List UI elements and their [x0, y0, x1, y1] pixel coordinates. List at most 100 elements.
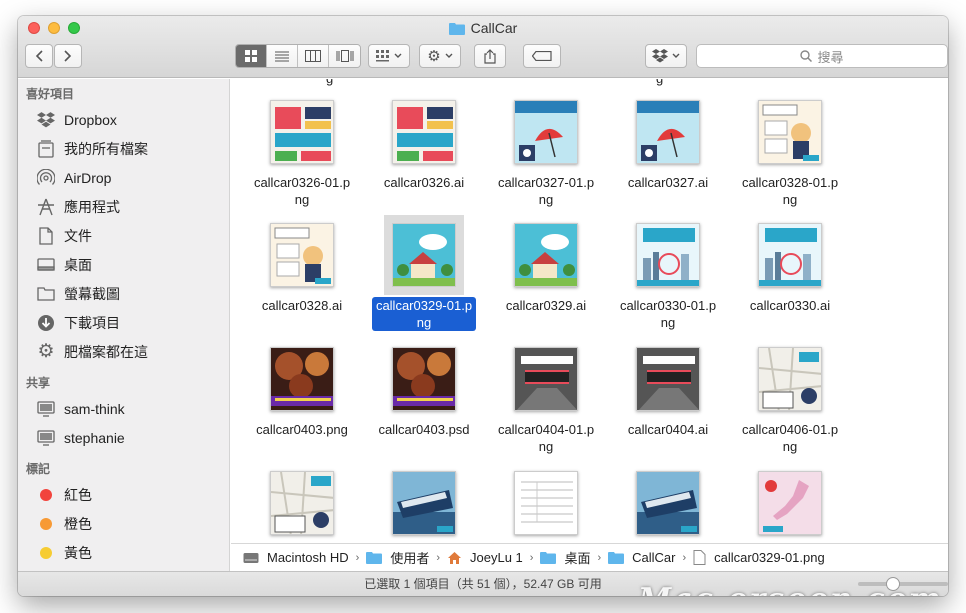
file-name[interactable]: callcar0404-01.png [494, 421, 598, 455]
file-name[interactable]: callcar0330-01.png [616, 297, 720, 331]
dropbox-button[interactable] [645, 44, 687, 68]
file-name[interactable]: callcar0329-01.png [372, 297, 476, 331]
file-item[interactable]: callcar0404-01.png [485, 340, 607, 455]
file-name[interactable]: callcar0327-01.png [494, 174, 598, 208]
path-separator-icon: › [682, 551, 687, 564]
file-thumbnail[interactable] [392, 347, 456, 411]
file-item[interactable]: callcar0326.ai [363, 93, 485, 191]
file-thumbnail[interactable] [270, 223, 334, 287]
sidebar-item-fav-2[interactable]: AirDrop [18, 163, 229, 192]
sidebar-item-shared-0[interactable]: sam-think [18, 394, 229, 423]
sidebar-item-fav-4[interactable]: 文件 [18, 221, 229, 250]
sidebar-item-tag-2[interactable]: 黃色 [18, 538, 229, 567]
share-button[interactable] [474, 44, 506, 68]
file-name[interactable]: callcar0330.ai [738, 297, 842, 314]
applications-icon [36, 197, 56, 217]
file-thumbnail[interactable] [636, 347, 700, 411]
gear-icon: ⚙ [427, 48, 441, 65]
file-thumbnail[interactable] [636, 100, 700, 164]
back-button[interactable] [25, 44, 53, 68]
sidebar-item-fav-7[interactable]: 下載項目 [18, 308, 229, 337]
forward-button[interactable] [54, 44, 82, 68]
file-item[interactable]: callcar0403.png [241, 340, 363, 438]
file-thumbnail-wrapper [729, 464, 851, 542]
sidebar-item-fav-1[interactable]: 我的所有檔案 [18, 134, 229, 163]
file-thumbnail[interactable] [270, 347, 334, 411]
file-name[interactable]: callcar0329.ai [494, 297, 598, 314]
file-item[interactable]: callcar0329-01.png [363, 215, 485, 331]
file-thumbnail[interactable] [270, 471, 334, 535]
file-item[interactable]: callcar0330-01.png [607, 216, 729, 331]
file-thumbnail[interactable] [636, 471, 700, 535]
file-item[interactable]: callcar0406-01.png [729, 340, 851, 455]
sidebar-item-tag-0[interactable]: 紅色 [18, 480, 229, 509]
file-item[interactable] [485, 464, 607, 542]
file-name[interactable]: callcar0326.ai [372, 174, 476, 191]
file-item[interactable] [607, 464, 729, 542]
file-item[interactable]: callcar0327.ai [607, 93, 729, 191]
file-item[interactable]: callcar0327-01.png [485, 93, 607, 208]
view-mode-control[interactable] [235, 44, 361, 68]
sidebar-item-label: AirDrop [64, 169, 112, 186]
sidebar-item-shared-1[interactable]: stephanie [18, 423, 229, 452]
file-name[interactable]: callcar0326-01.png [250, 174, 354, 208]
sidebar-item-fav-3[interactable]: 應用程式 [18, 192, 229, 221]
sidebar-item-fav-6[interactable]: 螢幕截圖 [18, 279, 229, 308]
file-thumbnail[interactable] [514, 347, 578, 411]
file-name[interactable]: callcar0403.psd [372, 421, 476, 438]
file-name[interactable]: callcar0404.ai [616, 421, 720, 438]
file-item[interactable]: callcar0326-01.png [241, 93, 363, 208]
file-thumbnail[interactable] [270, 100, 334, 164]
file-thumbnail[interactable] [514, 471, 578, 535]
column-view-button[interactable] [298, 45, 329, 67]
file-name[interactable]: callcar0406-01.png [738, 421, 842, 455]
path-item[interactable]: callcar0329-01.png [693, 550, 825, 565]
file-thumbnail[interactable] [758, 347, 822, 411]
file-thumbnail[interactable] [384, 215, 464, 295]
file-grid[interactable]: g g callcar0326-01.png callcar0326.ai call… [231, 79, 948, 543]
file-item[interactable] [241, 464, 363, 542]
file-item[interactable] [363, 464, 485, 542]
path-item[interactable]: 桌面 [540, 548, 590, 567]
file-item[interactable] [729, 464, 851, 542]
tags-button[interactable] [523, 44, 561, 68]
path-item[interactable]: 使用者 [366, 548, 429, 567]
folder-icon [608, 551, 628, 564]
folder-icon [366, 551, 386, 564]
file-thumbnail[interactable] [758, 471, 822, 535]
path-item[interactable]: JoeyLu 1 [447, 550, 523, 565]
sidebar-item-fav-5[interactable]: 桌面 [18, 250, 229, 279]
path-item[interactable]: Macintosh HD [243, 550, 349, 565]
action-button[interactable]: ⚙ [419, 44, 461, 68]
sidebar-item-tag-1[interactable]: 橙色 [18, 509, 229, 538]
file-thumbnail[interactable] [392, 471, 456, 535]
file-name[interactable]: callcar0328-01.png [738, 174, 842, 208]
file-name[interactable]: callcar0327.ai [616, 174, 720, 191]
list-view-button[interactable] [267, 45, 298, 67]
file-item[interactable]: callcar0403.psd [363, 340, 485, 438]
sidebar-item-fav-0[interactable]: Dropbox [18, 105, 229, 134]
file-item[interactable]: callcar0328.ai [241, 216, 363, 314]
file-thumbnail-wrapper [363, 93, 485, 171]
file-icon [693, 550, 710, 565]
sidebar-item-label: 紅色 [64, 486, 92, 503]
file-item[interactable]: callcar0330.ai [729, 216, 851, 314]
file-name[interactable]: callcar0328.ai [250, 297, 354, 314]
file-thumbnail[interactable] [758, 100, 822, 164]
file-name[interactable]: callcar0403.png [250, 421, 354, 438]
file-thumbnail[interactable] [514, 223, 578, 287]
file-item[interactable]: callcar0404.ai [607, 340, 729, 438]
file-thumbnail[interactable] [514, 100, 578, 164]
sidebar-item-fav-8[interactable]: ⚙ 肥檔案都在這 [18, 337, 229, 366]
file-thumbnail[interactable] [392, 100, 456, 164]
path-item[interactable]: CallCar [608, 550, 675, 565]
search-input[interactable]: 搜尋 [696, 44, 948, 68]
file-thumbnail[interactable] [758, 223, 822, 287]
icon-view-button[interactable] [236, 45, 267, 67]
file-item[interactable]: callcar0328-01.png [729, 93, 851, 208]
file-thumbnail[interactable] [636, 223, 700, 287]
path-item-label: CallCar [632, 550, 676, 565]
file-item[interactable]: callcar0329.ai [485, 216, 607, 314]
arrange-button[interactable] [368, 44, 410, 68]
gallery-view-button[interactable] [329, 45, 360, 67]
